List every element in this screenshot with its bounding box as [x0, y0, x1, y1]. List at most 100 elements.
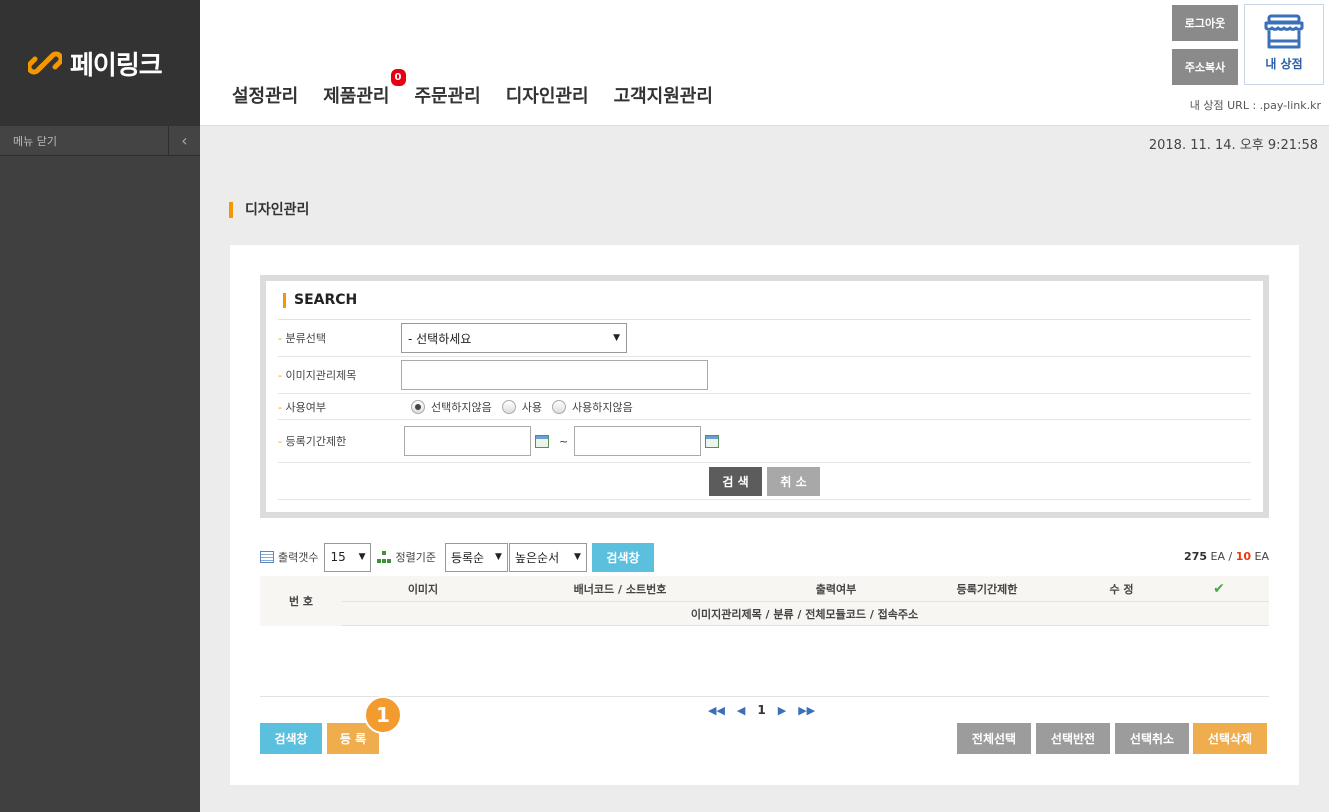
usage-radio-group: 선택하지않음 사용 사용하지않음: [401, 399, 633, 415]
list-toolbar: 출력갯수 15 ▼ 정렬기준 등록순 ▼ 높은순서 ▼ 검색창 275 EA /…: [260, 542, 1269, 572]
logout-button[interactable]: 로그아웃: [1172, 5, 1238, 41]
search-window-button[interactable]: 검색창: [591, 542, 654, 572]
page-title: 디자인관리: [229, 202, 309, 218]
caret-down-icon: ▼: [495, 552, 502, 562]
table-subheader-row: 이미지관리제목 / 분류 / 전체모듈코드 / 접속주소: [260, 602, 1269, 626]
caret-down-icon: ▼: [574, 552, 581, 562]
col-output: 출력여부: [815, 582, 857, 596]
step-badge: 1: [364, 696, 402, 734]
list-icon: [260, 551, 274, 563]
check-all-icon[interactable]: ✔: [1205, 581, 1233, 597]
sort-order-select[interactable]: 높은순서 ▼: [508, 542, 587, 572]
header: 설정관리 제품관리 0 주문관리 디자인관리 고객지원관리 로그아웃 주소복사 …: [200, 0, 1329, 126]
next-page-icon[interactable]: ▶: [778, 704, 786, 717]
link-logo-icon: [28, 51, 62, 75]
total-count: 275: [1184, 550, 1208, 563]
calendar-icon[interactable]: [705, 434, 720, 448]
calendar-icon[interactable]: [535, 434, 549, 448]
usage-option-use: 사용: [521, 400, 542, 414]
caret-down-icon: ▼: [358, 552, 366, 562]
bottom-search-window-button[interactable]: 검색창: [260, 723, 322, 754]
menu-close-label: 메뉴 닫기: [13, 134, 57, 148]
search-actions: 검 색 취 소: [278, 463, 1251, 500]
nav-products-badge: 0: [390, 69, 406, 86]
image-title-input[interactable]: [401, 360, 708, 390]
sort-by-select[interactable]: 등록순 ▼: [444, 542, 508, 572]
top-nav: 설정관리 제품관리 0 주문관리 디자인관리 고객지원관리: [232, 69, 738, 108]
usage-radio-none[interactable]: [411, 399, 425, 414]
design-table: 이미지 배너코드 / 소트번호 출력여부 등록기간제한 수 정 ✔ 이미지관리제…: [260, 576, 1269, 697]
sort-label: 정렬기준: [395, 551, 436, 564]
usage-row: 사용여부 선택하지않음 사용 사용하지않음: [278, 394, 1251, 420]
my-shop-label: 내 상점: [1265, 57, 1303, 71]
table-header-row: 이미지 배너코드 / 소트번호 출력여부 등록기간제한 수 정 ✔: [260, 576, 1269, 602]
usage-label: 사용여부: [278, 399, 401, 415]
nav-design[interactable]: 디자인관리: [506, 82, 589, 108]
select-invert-button[interactable]: 선택반전: [1036, 723, 1110, 754]
period-end-input[interactable]: [574, 426, 702, 456]
usage-radio-unused[interactable]: [551, 399, 566, 414]
search-button[interactable]: 검 색: [709, 466, 762, 496]
sort-tree-icon: [377, 551, 392, 563]
sort-by-value: 등록순: [450, 550, 485, 565]
logo-area[interactable]: 페이링크: [0, 0, 200, 126]
col-period: 등록기간제한: [956, 582, 1018, 596]
page-count: 10: [1235, 550, 1252, 563]
ea-unit: EA /: [1210, 550, 1233, 563]
my-shop-button[interactable]: 내 상점: [1244, 4, 1324, 85]
ea-unit: EA: [1254, 550, 1269, 563]
select-all-button[interactable]: 전체선택: [957, 723, 1031, 754]
nav-orders[interactable]: 주문관리: [415, 82, 481, 108]
category-label: 분류선택: [278, 330, 401, 346]
caret-down-icon: ▼: [613, 333, 620, 343]
image-title-row: 이미지관리제목: [278, 357, 1251, 394]
shop-icon: [1264, 14, 1304, 49]
col-edit: 수 정: [1109, 582, 1134, 596]
cancel-button[interactable]: 취 소: [767, 466, 820, 496]
sidebar: 페이링크 메뉴 닫기 ‹: [0, 0, 200, 812]
search-inner: SEARCH 분류선택 - 선택하세요 ▼ 이미지관리제목 사용여부 선택하지않…: [266, 281, 1263, 512]
timestamp: 2018. 11. 14. 오후 9:21:58: [1148, 138, 1318, 153]
first-page-icon[interactable]: ◀◀: [708, 704, 725, 717]
table-body: [260, 626, 1269, 697]
nav-products[interactable]: 제품관리 0: [323, 69, 406, 108]
copy-address-button[interactable]: 주소복사: [1172, 49, 1238, 85]
col-image: 이미지: [407, 582, 439, 596]
select-cancel-button[interactable]: 선택취소: [1115, 723, 1189, 754]
item-count: 275 EA / 10 EA: [1184, 550, 1269, 563]
search-title-text: SEARCH: [294, 292, 358, 308]
col-banner-code: 배너코드 / 소트번호: [573, 582, 667, 596]
content-panel: SEARCH 분류선택 - 선택하세요 ▼ 이미지관리제목 사용여부 선택하지않…: [230, 245, 1299, 785]
period-start-input[interactable]: [404, 426, 531, 456]
period-label: 등록기간제한: [278, 433, 401, 449]
usage-radio-use[interactable]: [501, 399, 516, 414]
period-tilde: ~: [559, 434, 569, 448]
category-row: 분류선택 - 선택하세요 ▼: [278, 320, 1251, 357]
nav-products-label: 제품관리: [323, 86, 390, 107]
output-count-value: 15: [330, 550, 346, 564]
select-delete-button[interactable]: 선택삭제: [1193, 723, 1267, 754]
sort-order-value: 높은순서: [514, 550, 560, 565]
current-page[interactable]: 1: [757, 703, 765, 717]
pagination: ◀◀ ◀ 1 ▶ ▶▶: [708, 703, 815, 717]
shop-url: 내 상점 URL : .pay-link.kr: [1189, 99, 1321, 112]
col-sub-header: 이미지관리제목 / 분류 / 전체모듈코드 / 접속주소: [690, 607, 919, 621]
nav-customer-support[interactable]: 고객지원관리: [614, 82, 713, 108]
menu-close-bar: 메뉴 닫기 ‹: [0, 125, 200, 156]
period-row: 등록기간제한 ~: [278, 420, 1251, 463]
output-count-select[interactable]: 15 ▼: [324, 542, 372, 572]
image-title-label: 이미지관리제목: [278, 367, 401, 383]
search-title: SEARCH: [278, 281, 1251, 320]
prev-page-icon[interactable]: ◀: [737, 704, 745, 717]
usage-option-none: 선택하지않음: [431, 400, 492, 414]
usage-option-unused: 사용하지않음: [571, 400, 633, 414]
category-select[interactable]: - 선택하세요 ▼: [401, 323, 627, 353]
category-select-value: - 선택하세요: [408, 331, 472, 346]
last-page-icon[interactable]: ▶▶: [798, 704, 815, 717]
nav-settings[interactable]: 설정관리: [232, 82, 298, 108]
search-box: SEARCH 분류선택 - 선택하세요 ▼ 이미지관리제목 사용여부 선택하지않…: [260, 275, 1269, 518]
brand-name: 페이링크: [70, 50, 163, 81]
chevron-left-icon[interactable]: ‹: [168, 125, 200, 156]
output-count-label: 출력갯수: [278, 551, 319, 564]
col-number: 번 호: [260, 576, 342, 626]
